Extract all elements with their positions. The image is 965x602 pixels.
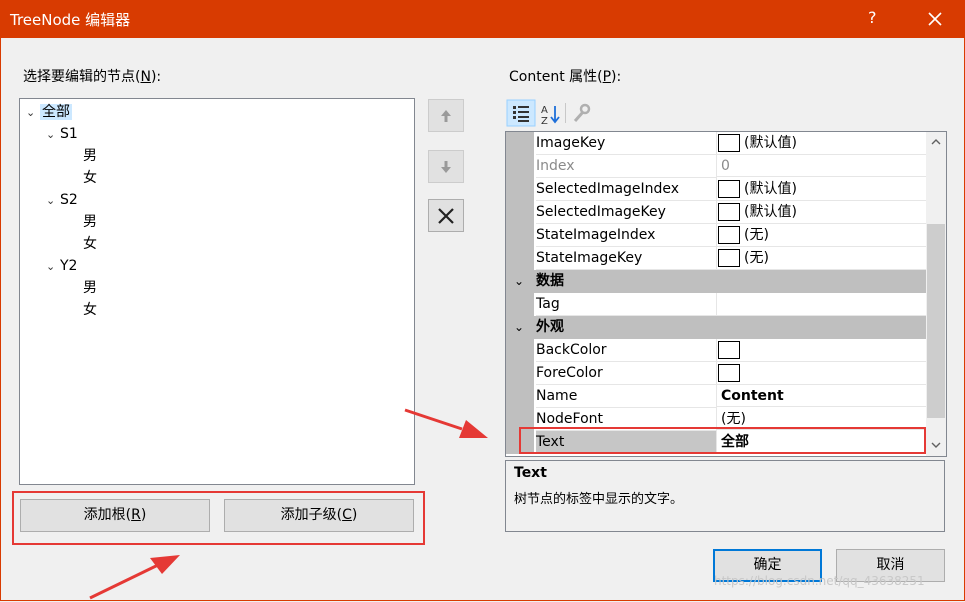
prop-row-forecolor[interactable]: ForeColor [506, 362, 926, 385]
tree-node-label: S2 [60, 192, 78, 208]
property-toolbar: A Z [506, 99, 596, 129]
arrow-down-icon [441, 161, 451, 173]
prop-name: ForeColor [536, 362, 717, 385]
chevron-down-icon[interactable]: ⌄ [26, 103, 40, 123]
prop-value [717, 293, 926, 316]
prop-category-appearance[interactable]: ⌄ 外观 [506, 316, 926, 339]
annotation-box-text-row [519, 427, 926, 454]
prop-value: (默认值) [744, 135, 797, 151]
chevron-down-icon[interactable]: ⌄ [46, 125, 60, 145]
tree-node-root[interactable]: ⌄ 全部 [26, 102, 72, 122]
tree-node-label: 女 [83, 236, 97, 252]
title-bar: TreeNode 编辑器 ? [0, 0, 965, 38]
svg-text:A: A [541, 105, 548, 116]
prop-name: Tag [536, 293, 717, 316]
prop-row-tag[interactable]: Tag [506, 293, 926, 316]
tree-node-s2[interactable]: ⌄ S2 [46, 190, 78, 210]
prop-row-stateimageindex[interactable]: StateImageIndex (无) [506, 224, 926, 247]
prop-value: (无) [744, 250, 769, 266]
tree-node-s1[interactable]: ⌄ S1 [46, 124, 78, 144]
image-preview-box [718, 203, 740, 221]
node-select-label: 选择要编辑的节点(N): [23, 69, 162, 85]
image-preview-box [718, 180, 740, 198]
tree-node-leaf[interactable]: 女 [83, 168, 97, 188]
property-scrollbar[interactable] [926, 132, 946, 456]
prop-name: SelectedImageIndex [536, 178, 717, 201]
prop-category-data[interactable]: ⌄ 数据 [506, 270, 926, 293]
prop-value: (默认值) [744, 181, 797, 197]
tree-node-label: 女 [83, 170, 97, 186]
watermark: https://blog.csdn.net/qq_43638251 [714, 574, 925, 588]
prop-row-stateimagekey[interactable]: StateImageKey (无) [506, 247, 926, 270]
node-tree[interactable]: ⌄ 全部 ⌄ S1 男 女 ⌄ S2 男 女 ⌄ Y2 男 女 [19, 98, 415, 485]
prop-row-selectedimagekey[interactable]: SelectedImageKey (默认值) [506, 201, 926, 224]
color-swatch [718, 364, 740, 382]
image-preview-box [718, 134, 740, 152]
color-swatch [718, 341, 740, 359]
close-icon[interactable] [920, 4, 950, 34]
prop-value: (默认值) [744, 204, 797, 220]
chevron-down-icon[interactable]: ⌄ [514, 316, 524, 338]
prop-row-backcolor[interactable]: BackColor [506, 339, 926, 362]
property-grid[interactable]: ImageKey (默认值) Index 0 SelectedImageIndex (… [505, 131, 947, 457]
prop-name: BackColor [536, 339, 717, 362]
prop-name: ImageKey [536, 132, 717, 155]
tree-node-label: S1 [60, 126, 78, 142]
prop-row-name[interactable]: Name Content [506, 385, 926, 408]
scroll-up-icon[interactable] [931, 139, 941, 145]
prop-name: StateImageKey [536, 247, 717, 270]
tree-node-leaf[interactable]: 男 [83, 212, 97, 232]
description-title: Text [514, 465, 547, 481]
image-preview-box [718, 249, 740, 267]
svg-text:Z: Z [541, 116, 548, 127]
prop-name: Index [536, 155, 717, 178]
prop-name: SelectedImageKey [536, 201, 717, 224]
delete-x-icon [438, 208, 454, 224]
tree-node-y2[interactable]: ⌄ Y2 [46, 256, 77, 276]
prop-value: (无) [744, 227, 769, 243]
properties-label: Content 属性(P): [509, 69, 622, 85]
tree-node-leaf[interactable]: 女 [83, 234, 97, 254]
help-button[interactable]: ? [868, 8, 877, 27]
description-text: 树节点的标签中显示的文字。 [514, 492, 684, 507]
chevron-down-icon[interactable]: ⌄ [514, 270, 524, 292]
tree-node-label: 男 [83, 214, 97, 230]
category-label: 外观 [536, 319, 564, 335]
scrollbar-thumb[interactable] [927, 224, 945, 418]
move-down-button[interactable] [428, 150, 464, 183]
delete-button[interactable] [428, 199, 464, 232]
categorized-icon[interactable] [506, 99, 536, 127]
arrow-up-icon [441, 110, 451, 122]
category-label: 数据 [536, 273, 564, 289]
description-panel: Text 树节点的标签中显示的文字。 [505, 460, 945, 532]
annotation-box-add-buttons [12, 491, 425, 545]
move-up-button[interactable] [428, 99, 464, 132]
prop-name: Name [536, 385, 717, 408]
prop-name: StateImageIndex [536, 224, 717, 247]
tree-node-label: Y2 [60, 258, 78, 274]
chevron-down-icon[interactable]: ⌄ [46, 257, 60, 277]
property-pages-icon[interactable] [573, 103, 591, 122]
tree-node-label: 男 [83, 148, 97, 164]
prop-row-selectedimageindex[interactable]: SelectedImageIndex (默认值) [506, 178, 926, 201]
prop-row-imagekey[interactable]: ImageKey (默认值) [506, 132, 926, 155]
prop-value: 0 [717, 155, 926, 177]
tree-node-label: 全部 [40, 104, 72, 120]
image-preview-box [718, 226, 740, 244]
chevron-down-icon[interactable]: ⌄ [46, 191, 60, 211]
scroll-down-icon[interactable] [931, 442, 941, 448]
prop-value: Content [717, 385, 926, 407]
tree-node-leaf[interactable]: 女 [83, 300, 97, 320]
tree-node-leaf[interactable]: 男 [83, 146, 97, 166]
tree-node-leaf[interactable]: 男 [83, 278, 97, 298]
alphabetical-icon[interactable]: A Z [541, 105, 560, 127]
window-title: TreeNode 编辑器 [10, 11, 131, 29]
tree-node-label: 男 [83, 280, 97, 296]
prop-row-index[interactable]: Index 0 [506, 155, 926, 178]
tree-node-label: 女 [83, 302, 97, 318]
